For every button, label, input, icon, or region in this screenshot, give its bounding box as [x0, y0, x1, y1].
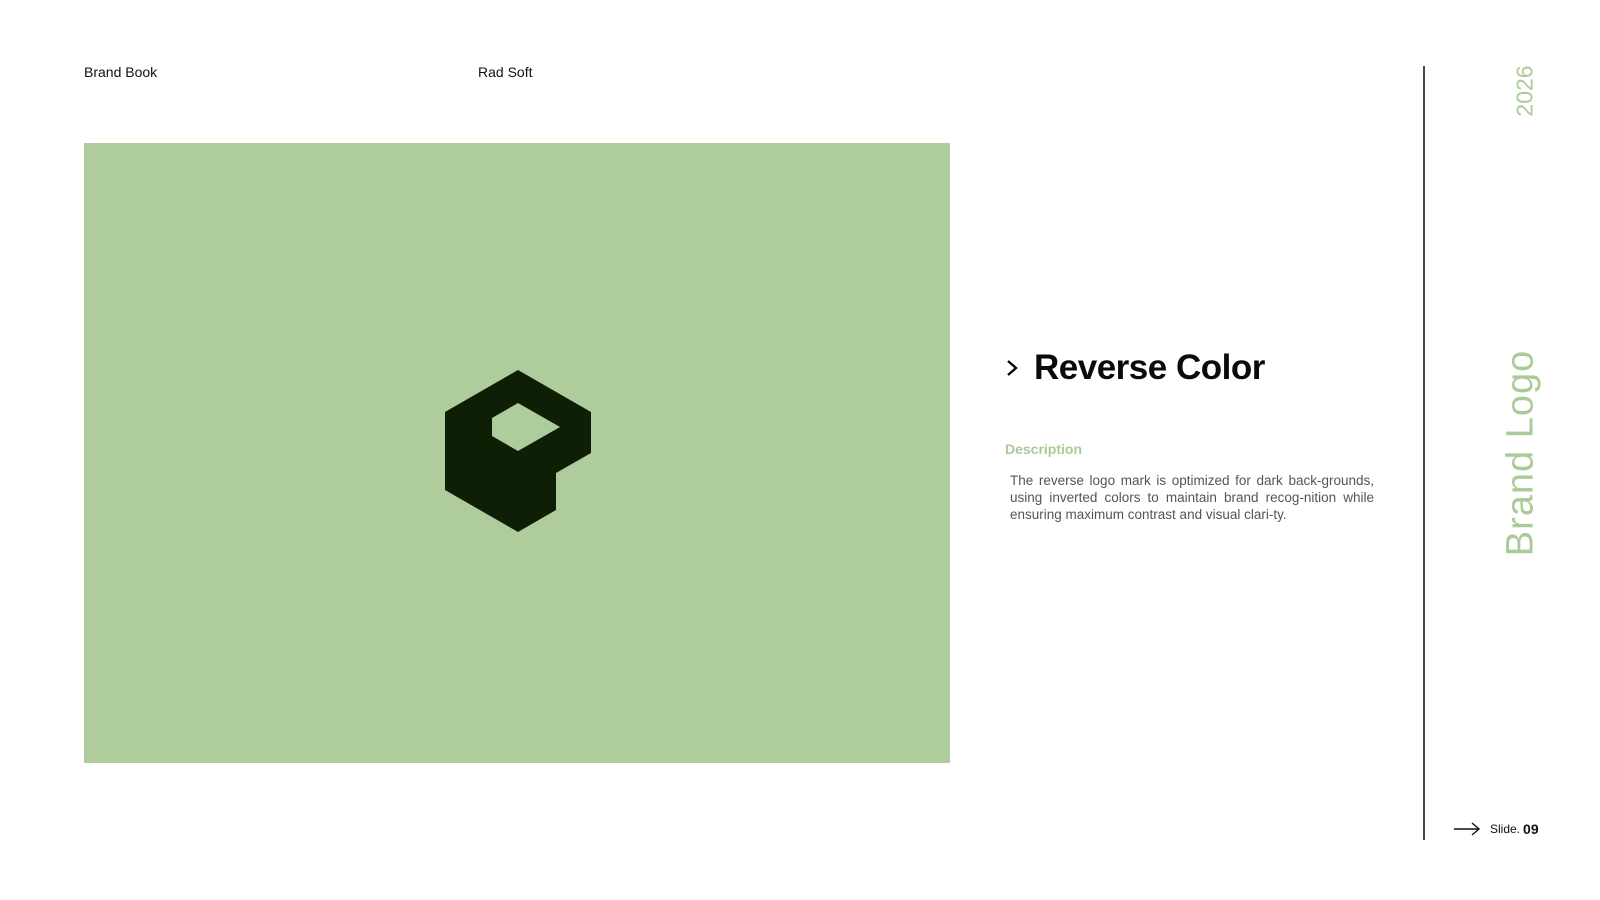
slide-number: 09 — [1523, 821, 1539, 837]
year-label: 2026 — [1511, 65, 1538, 117]
section-label: Brand Logo — [1499, 349, 1542, 557]
chevron-right-icon — [1007, 360, 1018, 376]
logo-panel — [84, 143, 950, 763]
slide-indicator: Slide. 09 — [1453, 821, 1539, 837]
rad-soft-hexagon-logo-icon — [445, 370, 591, 532]
vertical-divider — [1423, 66, 1425, 840]
page-title: Reverse Color — [1034, 348, 1265, 387]
section-title-row: Reverse Color — [1004, 348, 1265, 388]
description-text: The reverse logo mark is optimized for d… — [1010, 473, 1374, 522]
brand-book-label: Brand Book — [84, 64, 158, 80]
slide-label: Slide. — [1490, 822, 1521, 836]
company-name: Rad Soft — [478, 64, 533, 80]
description-label: Description — [1005, 441, 1083, 457]
arrow-right-icon — [1454, 822, 1481, 836]
